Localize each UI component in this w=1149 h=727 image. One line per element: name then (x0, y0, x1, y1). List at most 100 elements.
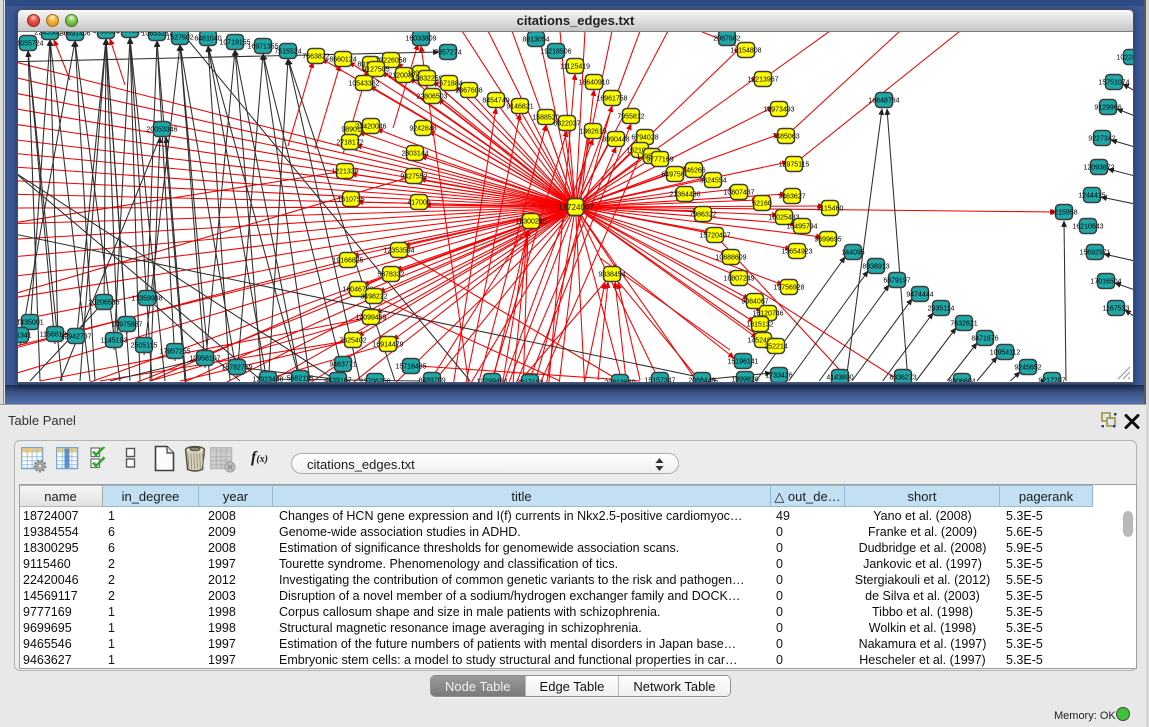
svg-text:4143890: 4143890 (826, 375, 853, 382)
svg-text:11125419: 11125419 (560, 64, 590, 71)
svg-text:22806503: 22806503 (416, 94, 447, 101)
svg-text:10807487: 10807487 (723, 190, 754, 197)
svg-text:9129966: 9129966 (1094, 105, 1121, 112)
svg-text:16210643: 16210643 (1072, 224, 1103, 231)
svg-text:15692971: 15692971 (1079, 250, 1110, 257)
svg-text:62160: 62160 (752, 201, 772, 208)
svg-text:3917183: 3917183 (516, 380, 543, 383)
svg-text:1733426: 1733426 (765, 373, 792, 380)
svg-text:2867608: 2867608 (455, 88, 482, 95)
svg-text:10719155: 10719155 (219, 40, 250, 47)
svg-text:17016504: 17016504 (1090, 279, 1121, 286)
svg-text:7663822: 7663822 (302, 54, 329, 61)
svg-text:1839221: 1839221 (116, 32, 143, 35)
svg-text:2066449: 2066449 (688, 378, 715, 383)
svg-text:1221338: 1221338 (331, 169, 358, 176)
svg-text:1167533: 1167533 (1103, 306, 1130, 313)
svg-text:8322037: 8322037 (553, 121, 580, 128)
svg-text:8215958: 8215958 (1050, 210, 1077, 217)
svg-text:8806804: 8806804 (948, 379, 975, 383)
svg-text:19299464: 19299464 (476, 379, 507, 383)
svg-text:1610755: 1610755 (337, 197, 364, 204)
svg-text:10973493: 10973493 (763, 107, 794, 114)
svg-text:7357274: 7357274 (434, 50, 461, 57)
svg-text:1244415: 1244415 (1078, 193, 1105, 200)
svg-text:23420046: 23420046 (355, 124, 386, 131)
svg-text:17957255: 17957255 (159, 349, 190, 356)
svg-text:1435001: 1435001 (18, 320, 44, 327)
svg-text:23706266: 23706266 (359, 379, 390, 383)
svg-text:252214: 252214 (764, 344, 787, 351)
svg-text:8336273: 8336273 (889, 375, 916, 382)
svg-text:13654923: 13654923 (781, 249, 812, 256)
svg-text:20691406: 20691406 (59, 32, 90, 38)
svg-text:2087682: 2087682 (713, 36, 740, 43)
svg-text:7485063: 7485063 (772, 134, 799, 141)
svg-text:8813054: 8813054 (522, 37, 549, 44)
svg-text:8471676: 8471676 (971, 336, 998, 343)
svg-text:9474444: 9474444 (906, 292, 933, 299)
svg-text:6879197: 6879197 (883, 278, 910, 285)
svg-text:18640910: 18640910 (578, 80, 609, 87)
svg-text:746266: 746266 (682, 168, 705, 175)
svg-text:15157347: 15157347 (644, 378, 675, 383)
svg-text:5682115: 5682115 (287, 376, 314, 383)
svg-text:13495794: 13495794 (786, 224, 817, 231)
svg-text:12353594: 12353594 (383, 248, 414, 255)
svg-text:8660124: 8660124 (329, 57, 356, 64)
svg-text:7955812: 7955812 (617, 114, 644, 121)
svg-text:1362615: 1362615 (579, 129, 606, 136)
svg-text:9146821: 9146821 (506, 104, 533, 111)
svg-text:9463771: 9463771 (329, 362, 356, 369)
svg-text:8454749: 8454749 (482, 98, 509, 105)
svg-text:6794028: 6794028 (631, 135, 658, 142)
svg-text:10954112: 10954112 (990, 350, 1021, 357)
svg-text:7632621: 7632621 (950, 321, 977, 328)
svg-text:391341: 391341 (18, 333, 32, 340)
svg-text:12975115: 12975115 (779, 162, 810, 169)
svg-text:7671884: 7671884 (435, 81, 462, 88)
svg-text:9699695: 9699695 (814, 237, 841, 244)
svg-text:9084067: 9084067 (741, 299, 768, 306)
svg-text:7986322: 7986322 (689, 212, 716, 219)
svg-text:3498222: 3498222 (360, 294, 387, 301)
svg-text:12093872: 12093872 (1083, 165, 1114, 172)
svg-text:9242848: 9242848 (409, 126, 436, 133)
svg-text:1615132: 1615132 (746, 322, 773, 329)
svg-text:16914479: 16914479 (372, 342, 403, 349)
svg-text:12213967: 12213967 (747, 77, 778, 84)
svg-text:21364436: 21364436 (669, 192, 700, 199)
svg-text:1999828: 1999828 (731, 377, 758, 383)
svg-text:14099489: 14099489 (355, 315, 386, 322)
svg-text:12942737: 12942737 (60, 334, 91, 341)
svg-text:10154808: 10154808 (730, 48, 761, 55)
svg-text:9338454: 9338454 (598, 272, 625, 279)
svg-text:14055724: 14055724 (18, 41, 44, 48)
svg-text:2803144: 2803144 (401, 151, 428, 158)
svg-text:2718172: 2718172 (336, 140, 363, 147)
svg-text:8990448: 8990448 (602, 137, 629, 144)
svg-text:18724007: 18724007 (558, 203, 594, 212)
svg-text:9245652: 9245652 (1014, 365, 1041, 372)
svg-text:10958107: 10958107 (189, 356, 220, 363)
svg-text:20053346: 20053346 (146, 127, 177, 134)
svg-text:19756928: 19756928 (773, 285, 804, 292)
svg-text:16782759: 16782759 (221, 365, 252, 372)
svg-text:16033809: 16033809 (405, 36, 436, 43)
svg-text:10975887: 10975887 (111, 322, 142, 329)
svg-text:7515524: 7515524 (274, 49, 301, 56)
svg-text:15720407: 15720407 (699, 233, 730, 240)
svg-text:4439167: 4439167 (324, 378, 351, 383)
svg-text:9427552: 9427552 (400, 174, 427, 181)
svg-text:5878332: 5878332 (377, 272, 404, 279)
svg-text:1145193: 1145193 (101, 338, 128, 345)
svg-text:15716485: 15716485 (395, 364, 426, 371)
svg-text:2505115: 2505115 (131, 343, 158, 350)
svg-text:19218506: 19218506 (540, 49, 571, 56)
svg-text:9463627: 9463627 (778, 194, 805, 201)
svg-text:1527602: 1527602 (166, 35, 193, 42)
svg-text:10688609: 10688609 (715, 255, 746, 262)
svg-text:8938913: 8938913 (862, 264, 889, 271)
svg-text:16648784: 16648784 (868, 98, 899, 105)
svg-text:6461040: 6461040 (194, 36, 221, 43)
